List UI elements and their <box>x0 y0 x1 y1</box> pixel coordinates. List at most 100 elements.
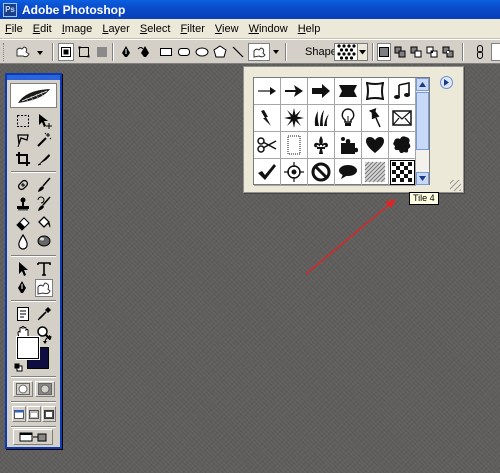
shape-swatch[interactable] <box>308 132 335 159</box>
full-screen-with-menu-button[interactable] <box>27 406 41 422</box>
add-shape-area-icon <box>394 46 406 58</box>
menu-file[interactable]: File <box>0 23 28 35</box>
speech-bubble-icon <box>339 165 357 179</box>
scroll-up-button[interactable] <box>416 78 429 91</box>
path-selection-tool[interactable] <box>14 260 32 278</box>
eraser-tool[interactable] <box>14 214 32 232</box>
shape-swatch[interactable] <box>254 105 281 132</box>
lasso-tool[interactable] <box>14 131 32 149</box>
tool-preset-picker[interactable] <box>12 43 46 61</box>
dodge-tool[interactable] <box>35 233 53 251</box>
menu-image[interactable]: Image <box>57 23 98 35</box>
menu-layer[interactable]: Layer <box>97 23 135 35</box>
paint-bucket-tool[interactable] <box>35 214 53 232</box>
menu-window[interactable]: Window <box>244 23 293 35</box>
pen-tool-button[interactable] <box>118 43 134 61</box>
freeform-pen-icon <box>137 46 149 57</box>
clone-stamp-tool[interactable] <box>14 195 32 213</box>
resize-grip[interactable] <box>450 180 461 191</box>
full-screen-mode-button[interactable] <box>42 406 56 422</box>
link-style-button[interactable] <box>472 43 488 61</box>
shape-swatch[interactable] <box>308 105 335 132</box>
menu-filter[interactable]: Filter <box>175 23 209 35</box>
line-tool-button[interactable] <box>230 43 246 61</box>
scroll-down-button[interactable] <box>416 172 429 185</box>
menu-edit[interactable]: Edit <box>28 23 57 35</box>
shape-picker-dropdown[interactable] <box>358 43 368 61</box>
rounded-rectangle-tool-button[interactable] <box>176 43 192 61</box>
quick-mask-mode-button[interactable] <box>35 381 55 397</box>
rectangular-marquee-tool[interactable] <box>14 112 32 130</box>
magic-wand-tool[interactable] <box>35 131 53 149</box>
custom-shape-tool-button[interactable] <box>248 43 270 61</box>
shape-swatch[interactable] <box>281 105 308 132</box>
swap-colors-button[interactable] <box>42 334 54 346</box>
shape-swatch[interactable] <box>335 105 362 132</box>
separator <box>11 426 56 428</box>
adobe-online-button[interactable] <box>10 83 57 108</box>
geometry-options-dropdown[interactable] <box>271 43 281 61</box>
options-bar-grip[interactable] <box>3 43 5 61</box>
move-tool[interactable] <box>35 112 53 130</box>
history-brush-tool[interactable] <box>35 195 53 213</box>
shape-picker-swatch[interactable] <box>334 43 358 61</box>
menu-help[interactable]: Help <box>293 23 326 35</box>
slice-tool[interactable] <box>35 150 53 168</box>
shape-swatch[interactable] <box>389 105 416 132</box>
polygon-tool-button[interactable] <box>212 43 228 61</box>
shape-swatch-selected[interactable] <box>389 159 416 186</box>
picker-menu-button[interactable] <box>440 76 453 89</box>
shape-swatch[interactable] <box>254 132 281 159</box>
default-colors-button[interactable] <box>13 362 23 372</box>
menu-view[interactable]: View <box>210 23 244 35</box>
shape-swatch[interactable] <box>308 78 335 105</box>
eyedropper-tool[interactable] <box>35 305 53 323</box>
shape-swatch[interactable] <box>362 78 389 105</box>
toolbox-title-bar[interactable] <box>7 75 60 80</box>
style-picker[interactable] <box>491 43 500 61</box>
full-screen-icon <box>44 409 54 419</box>
shape-swatch[interactable] <box>281 78 308 105</box>
notes-tool[interactable] <box>14 305 32 323</box>
fill-pixels-button[interactable] <box>94 43 110 61</box>
shape-swatch[interactable] <box>254 78 281 105</box>
blur-tool[interactable] <box>14 233 32 251</box>
shape-swatch[interactable] <box>362 132 389 159</box>
type-tool[interactable] <box>35 260 53 278</box>
shape-swatch[interactable] <box>281 159 308 186</box>
shape-swatch[interactable] <box>335 159 362 186</box>
shape-swatch[interactable] <box>362 105 389 132</box>
add-to-shape-area-button[interactable] <box>393 43 407 61</box>
shape-swatch[interactable] <box>335 132 362 159</box>
chevron-up-icon <box>419 82 426 87</box>
brush-tool[interactable] <box>35 176 53 194</box>
shape-grid-scrollbar[interactable] <box>416 77 430 185</box>
exclude-overlapping-shape-areas-button[interactable] <box>441 43 455 61</box>
standard-mode-button[interactable] <box>13 381 33 397</box>
shape-swatch[interactable] <box>335 78 362 105</box>
ellipse-tool-button[interactable] <box>194 43 210 61</box>
rectangle-tool-button[interactable] <box>158 43 174 61</box>
shape-swatch[interactable] <box>389 132 416 159</box>
scroll-thumb[interactable] <box>416 92 429 150</box>
shape-swatch[interactable] <box>362 159 389 186</box>
pen-tool[interactable] <box>14 279 32 297</box>
healing-brush-tool[interactable] <box>14 176 32 194</box>
subtract-from-shape-area-button[interactable] <box>409 43 423 61</box>
shape-swatch[interactable] <box>281 132 308 159</box>
shape-swatch[interactable] <box>254 159 281 186</box>
standard-screen-mode-button[interactable] <box>12 406 26 422</box>
freeform-pen-button[interactable] <box>136 43 154 61</box>
jump-to-imageready-button[interactable] <box>13 429 53 445</box>
shape-layers-button[interactable] <box>58 43 74 61</box>
shape-swatch[interactable] <box>308 159 335 186</box>
custom-shape-tool[interactable] <box>35 279 53 297</box>
shape-swatch[interactable] <box>389 78 416 105</box>
target-icon <box>284 162 304 182</box>
create-new-shape-layer-button[interactable] <box>377 43 391 61</box>
intersect-shape-areas-button[interactable] <box>425 43 439 61</box>
crop-tool[interactable] <box>14 150 32 168</box>
foreground-color-swatch[interactable] <box>16 336 40 360</box>
menu-select[interactable]: Select <box>135 23 176 35</box>
paths-button[interactable] <box>76 43 92 61</box>
